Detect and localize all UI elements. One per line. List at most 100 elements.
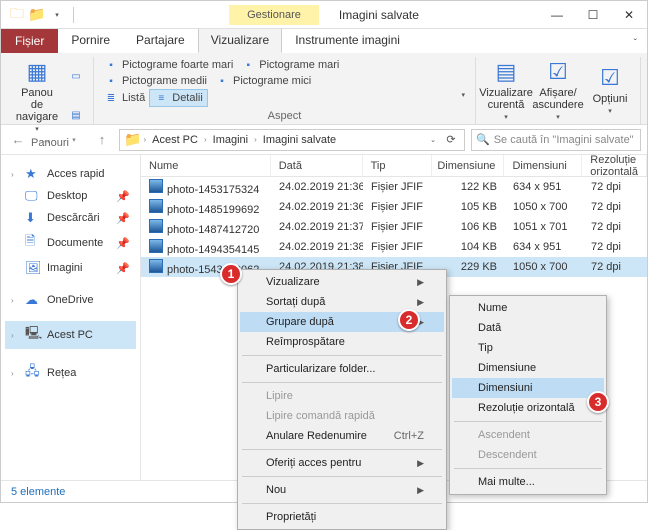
up-button[interactable]: ↑	[91, 129, 113, 151]
sub-size[interactable]: Dimensiune	[452, 358, 604, 378]
sub-dimensions[interactable]: Dimensiuni	[452, 378, 604, 398]
cell-size: 106 KB	[433, 221, 505, 233]
crumb-images[interactable]: Imagini	[209, 134, 252, 146]
refresh-button[interactable]: ⟳	[442, 133, 460, 146]
current-view-button[interactable]: ▤Vizualizare curentă▾	[482, 57, 530, 123]
layout-small[interactable]: ▪Pictograme mici	[211, 73, 315, 89]
ctx-label: Lipire	[266, 390, 293, 402]
ctx-label: Proprietăți	[266, 511, 316, 523]
tab-home[interactable]: Pornire	[58, 27, 123, 53]
tab-picture-tools[interactable]: Instrumente imagini	[282, 27, 413, 53]
image-icon: 🖼	[25, 260, 41, 276]
icons-m-icon: ▪	[104, 74, 118, 88]
maximize-button[interactable]: ☐	[575, 1, 611, 29]
separator	[454, 468, 602, 469]
sub-date[interactable]: Dată	[452, 318, 604, 338]
chevron-right-icon: ▶	[417, 277, 424, 288]
sidebar-item-network[interactable]: ›🖧Rețea	[5, 359, 136, 387]
callout-3: 3	[587, 391, 609, 413]
sidebar-item-desktop[interactable]: 🖵Desktop📌	[5, 185, 136, 207]
file-icon	[149, 199, 163, 213]
ctx-properties[interactable]: Proprietăți	[240, 507, 444, 527]
cell-dims: 1051 x 701	[505, 221, 583, 233]
cell-date: 24.02.2019 21:37	[271, 221, 363, 233]
sub-name[interactable]: Nume	[452, 298, 604, 318]
qat-dropdown-icon[interactable]: ▾	[49, 7, 65, 23]
pin-icon: 📌	[116, 237, 130, 250]
layout-large[interactable]: ▪Pictograme mari	[237, 57, 343, 73]
sidebar-item-quick[interactable]: ›★Acces rapid	[5, 163, 136, 185]
table-row[interactable]: photo-145317532424.02.2019 21:36Fișier J…	[141, 177, 647, 197]
table-row[interactable]: photo-148519969224.02.2019 21:36Fișier J…	[141, 197, 647, 217]
details-pane-button[interactable]: ▤	[65, 108, 87, 124]
ctx-label: Sortați după	[266, 296, 325, 308]
col-type[interactable]: Tip	[363, 155, 433, 176]
table-row[interactable]: photo-149435414524.02.2019 21:38Fișier J…	[141, 237, 647, 257]
ctx-label: Vizualizare	[266, 276, 320, 288]
cell-date: 24.02.2019 21:36	[271, 201, 363, 213]
recent-button[interactable]: ▾	[63, 129, 85, 151]
col-name[interactable]: Nume	[141, 155, 271, 176]
options-button[interactable]: ☑Opțiuni▾	[586, 57, 634, 123]
options-label: Opțiuni	[593, 93, 628, 105]
search-input[interactable]: 🔍 Se caută în "Imagini salvate"	[471, 129, 641, 151]
minimize-button[interactable]: —	[539, 1, 575, 29]
table-row[interactable]: photo-148741272024.02.2019 21:37Fișier J…	[141, 217, 647, 237]
col-dimensions[interactable]: Dimensiuni	[504, 155, 582, 176]
sidebar-item-images[interactable]: 🖼Imagini📌	[5, 257, 136, 279]
layout-xlarge[interactable]: ▪Pictograme foarte mari	[100, 57, 237, 73]
tab-view[interactable]: Vizualizare	[198, 27, 282, 53]
qat: 🗀 📁 ▾	[1, 7, 86, 23]
breadcrumb[interactable]: 📁 › Acest PC › Imagini › Imagini salvate…	[119, 129, 465, 151]
ctx-view[interactable]: Vizualizare ▶	[240, 272, 444, 292]
address-dropdown-icon[interactable]: ⌄	[426, 136, 440, 144]
chevron-right-icon[interactable]: ›	[143, 135, 146, 144]
layout-details[interactable]: ≡Detalii	[149, 89, 208, 107]
col-date[interactable]: Dată	[271, 155, 363, 176]
ctx-undo[interactable]: Anulare RedenumireCtrl+Z	[240, 426, 444, 446]
ctx-refresh[interactable]: Reîmprospătare	[240, 332, 444, 352]
callout-1: 1	[220, 263, 242, 285]
tab-share[interactable]: Partajare	[123, 27, 198, 53]
sidebar-item-this-pc[interactable]: ›🖳Acest PC	[5, 321, 136, 349]
file-icon	[149, 259, 163, 273]
chevron-right-icon[interactable]: ›	[254, 135, 257, 144]
preview-pane-button[interactable]: ▭	[65, 69, 87, 85]
ribbon-collapse-icon[interactable]: ˇ	[624, 34, 647, 53]
forward-button[interactable]: →	[35, 129, 57, 151]
layout-list[interactable]: ≣Listă	[100, 89, 149, 107]
star-icon: ★	[25, 166, 41, 182]
col-resolution[interactable]: Rezoluție orizontală	[582, 155, 647, 176]
document-icon: 🗎	[25, 232, 41, 254]
ctx-access[interactable]: Oferiți acces pentru▶	[240, 453, 444, 473]
ctx-label: Particularizare folder...	[266, 363, 375, 375]
ctx-label: Nou	[266, 484, 286, 496]
preview-icon: ▭	[69, 70, 83, 84]
crumb-saved[interactable]: Imagini salvate	[259, 134, 340, 146]
crumb-pc[interactable]: Acest PC	[148, 134, 202, 146]
sub-more[interactable]: Mai multe...	[452, 472, 604, 492]
layout-medium[interactable]: ▪Pictograme medii	[100, 73, 211, 89]
sub-resolution[interactable]: Rezoluție orizontală	[452, 398, 604, 418]
group-label-empty	[482, 123, 634, 127]
show-hide-button[interactable]: ☑Afișare/ ascundere▾	[534, 57, 582, 123]
file-icon	[149, 239, 163, 253]
sidebar-item-documents[interactable]: 🗎Documente📌	[5, 229, 136, 257]
chevron-right-icon[interactable]: ›	[204, 135, 207, 144]
tab-file[interactable]: Fișier	[1, 29, 58, 53]
status-text: 5 elemente	[11, 486, 65, 498]
chevron-down-icon: ▾	[608, 107, 612, 115]
close-button[interactable]: ✕	[611, 1, 647, 29]
sub-type[interactable]: Tip	[452, 338, 604, 358]
ctx-customize[interactable]: Particularizare folder...	[240, 359, 444, 379]
nav-pane-button[interactable]: ▦ Panou de navigare ▾	[13, 57, 61, 135]
layout-more-icon[interactable]: ▾	[457, 89, 469, 107]
sidebar-item-downloads[interactable]: ⬇Descărcări📌	[5, 207, 136, 229]
ribbon-group-layout: ▪Pictograme foarte mari ▪Pictograme mari…	[94, 57, 476, 124]
sidebar-item-onedrive[interactable]: ›☁OneDrive	[5, 289, 136, 311]
col-size[interactable]: Dimensiune	[432, 155, 504, 176]
back-button[interactable]: ←	[7, 129, 29, 151]
sidebar-label: Rețea	[47, 367, 76, 379]
separator	[454, 421, 602, 422]
ctx-new[interactable]: Nou▶	[240, 480, 444, 500]
